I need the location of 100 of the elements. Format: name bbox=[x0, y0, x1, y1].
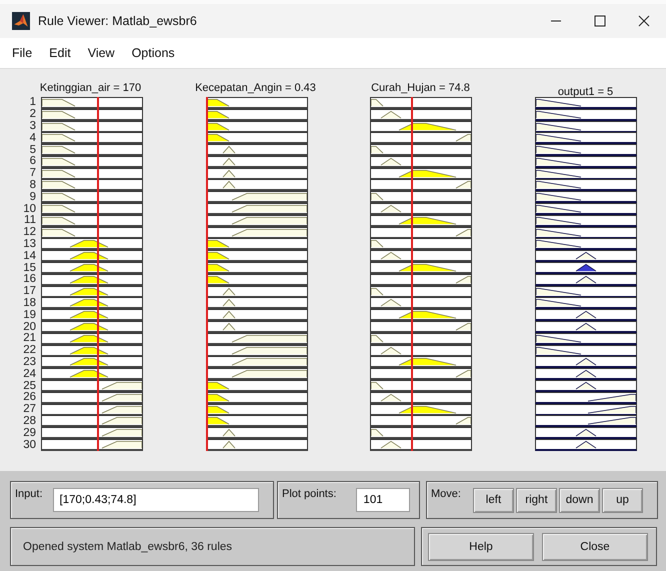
move-button[interactable]: down bbox=[558, 488, 600, 512]
dialog-button[interactable]: Help bbox=[428, 532, 534, 560]
membership-plot[interactable] bbox=[370, 439, 472, 452]
membership-plot[interactable] bbox=[370, 404, 472, 416]
membership-plot[interactable] bbox=[206, 439, 308, 452]
membership-plot[interactable] bbox=[370, 168, 472, 180]
membership-plot[interactable] bbox=[41, 238, 143, 250]
membership-plot[interactable] bbox=[370, 250, 472, 262]
plot-points-field[interactable]: 101 bbox=[356, 488, 410, 512]
membership-plot[interactable] bbox=[206, 427, 308, 440]
membership-plot[interactable] bbox=[206, 179, 308, 192]
membership-plot[interactable] bbox=[41, 344, 143, 357]
membership-plot[interactable] bbox=[41, 120, 143, 132]
membership-plot[interactable] bbox=[370, 108, 472, 121]
menu-item[interactable]: Edit bbox=[49, 46, 71, 60]
membership-plot[interactable] bbox=[41, 144, 143, 156]
membership-plot[interactable] bbox=[41, 404, 143, 416]
membership-plot[interactable] bbox=[370, 344, 472, 357]
membership-plot[interactable] bbox=[535, 309, 637, 322]
membership-plot[interactable] bbox=[41, 392, 143, 404]
input-marker-line[interactable] bbox=[411, 97, 412, 451]
membership-plot[interactable] bbox=[206, 226, 308, 239]
menu-item[interactable]: Options bbox=[132, 46, 175, 60]
dialog-button[interactable]: Close bbox=[542, 532, 648, 560]
membership-plot[interactable] bbox=[206, 214, 308, 227]
membership-plot[interactable] bbox=[370, 356, 472, 368]
membership-plot[interactable] bbox=[535, 404, 637, 416]
membership-plot[interactable] bbox=[41, 380, 143, 392]
membership-plot[interactable] bbox=[535, 415, 637, 428]
membership-plot[interactable] bbox=[41, 191, 143, 204]
membership-plot[interactable] bbox=[370, 309, 472, 322]
membership-plot[interactable] bbox=[535, 368, 637, 380]
membership-plot[interactable] bbox=[370, 132, 472, 144]
membership-plot[interactable] bbox=[41, 286, 143, 298]
membership-plot[interactable] bbox=[41, 297, 143, 310]
membership-plot[interactable] bbox=[370, 238, 472, 250]
membership-plot[interactable] bbox=[535, 286, 637, 298]
membership-plot[interactable] bbox=[535, 144, 637, 156]
membership-plot[interactable] bbox=[206, 392, 308, 404]
membership-plot[interactable] bbox=[535, 274, 637, 286]
membership-plot[interactable] bbox=[41, 108, 143, 121]
membership-plot[interactable] bbox=[535, 250, 637, 262]
membership-plot[interactable] bbox=[535, 238, 637, 250]
membership-plot[interactable] bbox=[535, 332, 637, 345]
close-icon[interactable] bbox=[638, 15, 650, 27]
membership-plot[interactable] bbox=[206, 274, 308, 286]
membership-plot[interactable] bbox=[206, 344, 308, 357]
membership-plot[interactable] bbox=[206, 368, 308, 380]
membership-plot[interactable] bbox=[41, 427, 143, 440]
membership-plot[interactable] bbox=[41, 439, 143, 452]
membership-plot[interactable] bbox=[206, 144, 308, 156]
membership-plot[interactable] bbox=[41, 156, 143, 168]
membership-plot[interactable] bbox=[535, 108, 637, 121]
move-button[interactable]: up bbox=[602, 488, 643, 512]
input-marker-line[interactable] bbox=[206, 97, 208, 451]
membership-plot[interactable] bbox=[535, 380, 637, 392]
membership-plot[interactable] bbox=[535, 344, 637, 357]
membership-plot[interactable] bbox=[41, 214, 143, 227]
membership-plot[interactable] bbox=[370, 120, 472, 132]
membership-plot[interactable] bbox=[206, 168, 308, 180]
membership-plot[interactable] bbox=[41, 321, 143, 334]
membership-plot[interactable] bbox=[535, 427, 637, 440]
membership-plot[interactable] bbox=[41, 274, 143, 286]
membership-plot[interactable] bbox=[206, 262, 308, 274]
membership-plot[interactable] bbox=[206, 156, 308, 168]
membership-plot[interactable] bbox=[370, 156, 472, 168]
membership-plot[interactable] bbox=[370, 332, 472, 345]
membership-plot[interactable] bbox=[206, 238, 308, 250]
membership-plot[interactable] bbox=[370, 297, 472, 310]
membership-plot[interactable] bbox=[370, 96, 472, 109]
membership-plot[interactable] bbox=[41, 309, 143, 322]
membership-plot[interactable] bbox=[535, 297, 637, 310]
membership-plot[interactable] bbox=[535, 321, 637, 334]
membership-plot[interactable] bbox=[206, 96, 308, 109]
membership-plot[interactable] bbox=[370, 274, 472, 286]
menu-item[interactable]: File bbox=[12, 46, 32, 60]
membership-plot[interactable] bbox=[41, 132, 143, 144]
membership-plot[interactable] bbox=[206, 108, 308, 121]
move-button[interactable]: right bbox=[516, 488, 557, 512]
membership-plot[interactable] bbox=[370, 427, 472, 440]
membership-plot[interactable] bbox=[535, 191, 637, 204]
membership-plot[interactable] bbox=[206, 191, 308, 204]
membership-plot[interactable] bbox=[535, 262, 637, 274]
membership-plot[interactable] bbox=[206, 380, 308, 392]
membership-plot[interactable] bbox=[206, 297, 308, 310]
membership-plot[interactable] bbox=[206, 356, 308, 368]
move-button[interactable]: left bbox=[472, 488, 514, 512]
membership-plot[interactable] bbox=[535, 96, 637, 109]
input-field[interactable]: [170;0.43;74.8] bbox=[52, 488, 259, 512]
membership-plot[interactable] bbox=[370, 321, 472, 334]
membership-plot[interactable] bbox=[535, 179, 637, 192]
membership-plot[interactable] bbox=[206, 286, 308, 298]
membership-plot[interactable] bbox=[535, 439, 637, 452]
membership-plot[interactable] bbox=[370, 203, 472, 216]
membership-plot[interactable] bbox=[370, 368, 472, 380]
membership-plot[interactable] bbox=[535, 214, 637, 227]
membership-plot[interactable] bbox=[41, 226, 143, 239]
membership-plot[interactable] bbox=[535, 168, 637, 180]
membership-plot[interactable] bbox=[535, 226, 637, 239]
membership-plot[interactable] bbox=[206, 415, 308, 428]
